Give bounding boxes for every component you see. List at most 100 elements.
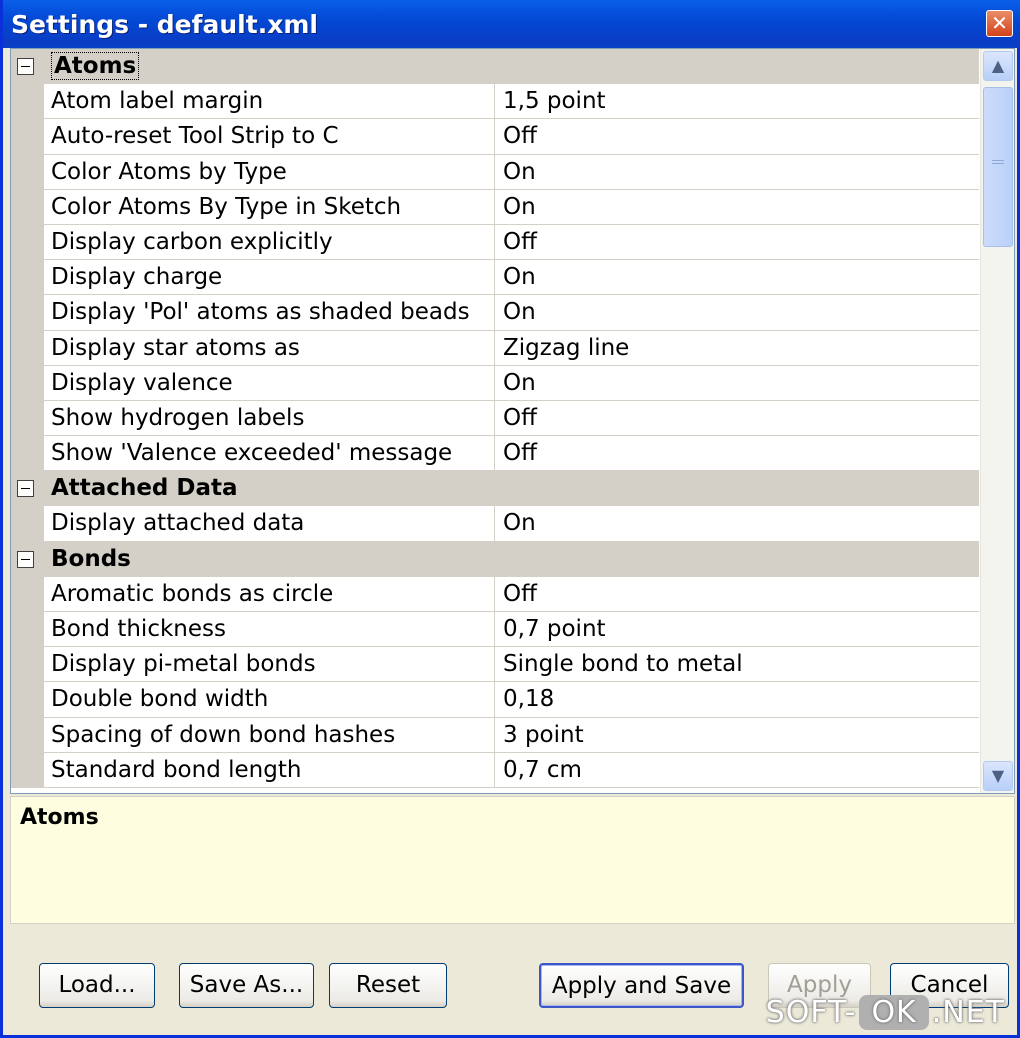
property-name[interactable]: Spacing of down bond hashes bbox=[51, 717, 495, 752]
category-label: Attached Data bbox=[51, 471, 651, 505]
property-row[interactable]: Atom label margin 1,5 point bbox=[11, 84, 979, 120]
category-row[interactable]: Bonds bbox=[11, 541, 979, 577]
property-value[interactable]: Off bbox=[503, 401, 979, 435]
property-row[interactable]: Display charge On bbox=[11, 260, 979, 296]
property-row[interactable]: Auto-reset Tool Strip to C Off bbox=[11, 119, 979, 155]
scroll-thumb[interactable] bbox=[983, 87, 1013, 247]
property-row[interactable]: Show 'Valence exceeded' message Off bbox=[11, 436, 979, 472]
property-value[interactable]: 0,7 cm bbox=[503, 753, 979, 787]
category-label-text: Bonds bbox=[51, 545, 131, 572]
category-label-text: Attached Data bbox=[51, 475, 238, 502]
category-label-text: Atoms bbox=[51, 52, 140, 80]
property-name[interactable]: Display attached data bbox=[51, 506, 495, 541]
property-name[interactable]: Display star atoms as bbox=[51, 330, 495, 365]
property-name[interactable]: Color Atoms by Type bbox=[51, 154, 495, 189]
row-gutter bbox=[11, 330, 44, 365]
property-row[interactable]: Color Atoms By Type in Sketch On bbox=[11, 189, 979, 225]
property-name[interactable]: Bond thickness bbox=[51, 612, 495, 647]
reset-button[interactable]: Reset bbox=[329, 963, 447, 1008]
property-value[interactable]: 0,7 point bbox=[503, 612, 979, 646]
property-name[interactable]: Atom label margin bbox=[51, 84, 495, 119]
property-value[interactable]: On bbox=[503, 260, 979, 294]
apply-and-save-button[interactable]: Apply and Save bbox=[539, 963, 744, 1008]
chevron-down-icon: ▼ bbox=[991, 766, 1005, 785]
property-grid: Atoms Atom label margin 1,5 point Auto-rese… bbox=[10, 48, 1015, 794]
property-name[interactable]: Show hydrogen labels bbox=[51, 400, 495, 436]
row-gutter bbox=[11, 436, 44, 471]
collapse-icon[interactable] bbox=[17, 58, 34, 75]
property-value[interactable]: Off bbox=[503, 225, 979, 259]
property-name[interactable]: Show 'Valence exceeded' message bbox=[51, 436, 495, 471]
property-value[interactable]: Single bond to metal bbox=[503, 647, 979, 681]
property-value[interactable]: 3 point bbox=[503, 718, 979, 752]
property-row[interactable]: Spacing of down bond hashes 3 point bbox=[11, 717, 979, 753]
property-value[interactable]: Off bbox=[503, 436, 979, 470]
property-value[interactable]: Off bbox=[503, 577, 979, 611]
property-name[interactable]: Aromatic bonds as circle bbox=[51, 576, 495, 611]
property-value[interactable]: On bbox=[503, 190, 979, 224]
property-row[interactable]: Bond thickness 0,7 point bbox=[11, 612, 979, 648]
category-row[interactable]: Attached Data bbox=[11, 471, 979, 507]
grip-icon bbox=[992, 160, 1004, 164]
property-value[interactable]: Off bbox=[503, 119, 979, 153]
row-gutter bbox=[11, 154, 44, 189]
property-name[interactable]: Color Atoms By Type in Sketch bbox=[51, 189, 495, 224]
property-row[interactable]: Display attached data On bbox=[11, 506, 979, 542]
row-gutter bbox=[11, 647, 44, 682]
property-name[interactable]: Display valence bbox=[51, 365, 495, 400]
row-gutter bbox=[11, 365, 44, 400]
row-gutter bbox=[11, 717, 44, 752]
property-row[interactable]: Standard bond length 0,7 cm bbox=[11, 752, 979, 788]
save-as-button[interactable]: Save As... bbox=[179, 963, 314, 1008]
property-value[interactable]: Zigzag line bbox=[503, 331, 979, 365]
category-label: Atoms bbox=[51, 49, 651, 83]
close-button[interactable]: ✕ bbox=[986, 10, 1013, 37]
property-row[interactable]: Display carbon explicitly Off bbox=[11, 224, 979, 261]
property-value[interactable]: On bbox=[503, 155, 979, 189]
property-row[interactable]: Display star atoms as Zigzag line bbox=[11, 330, 979, 366]
scroll-down-button[interactable]: ▼ bbox=[983, 761, 1013, 791]
load-button[interactable]: Load... bbox=[39, 963, 155, 1008]
property-name[interactable]: Double bond width bbox=[51, 682, 495, 717]
property-value[interactable]: On bbox=[503, 366, 979, 400]
row-gutter bbox=[11, 224, 44, 260]
property-value[interactable]: On bbox=[503, 506, 979, 540]
scroll-up-button[interactable]: ▲ bbox=[983, 51, 1013, 81]
property-row[interactable]: Show hydrogen labels Off bbox=[11, 400, 979, 437]
row-gutter bbox=[11, 295, 44, 330]
watermark-part1: SOFT- bbox=[765, 995, 857, 1030]
description-panel: Atoms bbox=[10, 796, 1015, 924]
row-gutter bbox=[11, 576, 44, 611]
property-name[interactable]: Display 'Pol' atoms as shaded beads bbox=[51, 295, 495, 330]
collapse-icon[interactable] bbox=[17, 550, 34, 568]
property-value[interactable]: On bbox=[503, 295, 979, 329]
property-name[interactable]: Auto-reset Tool Strip to C bbox=[51, 119, 495, 154]
property-row[interactable]: Color Atoms by Type On bbox=[11, 154, 979, 190]
watermark-part3: .NET bbox=[931, 995, 1005, 1030]
title-bar[interactable]: Settings - default.xml ✕ bbox=[3, 0, 1020, 48]
row-gutter bbox=[11, 84, 44, 119]
property-name[interactable]: Standard bond length bbox=[51, 752, 495, 787]
row-gutter bbox=[11, 119, 44, 154]
property-row[interactable]: Display valence On bbox=[11, 365, 979, 401]
property-row[interactable]: Display 'Pol' atoms as shaded beads On bbox=[11, 295, 979, 331]
property-row[interactable]: Aromatic bonds as circle Off bbox=[11, 576, 979, 612]
category-label: Bonds bbox=[51, 542, 651, 576]
vertical-scrollbar[interactable]: ▲ ▼ bbox=[980, 49, 1014, 793]
property-row[interactable]: Double bond width 0,18 bbox=[11, 682, 979, 718]
description-title: Atoms bbox=[20, 805, 99, 830]
property-value[interactable]: 1,5 point bbox=[503, 84, 979, 118]
chevron-up-icon: ▲ bbox=[991, 56, 1005, 75]
property-name[interactable]: Display pi-metal bonds bbox=[51, 647, 495, 682]
row-gutter bbox=[11, 189, 44, 224]
category-row[interactable]: Atoms bbox=[11, 49, 979, 85]
property-row[interactable]: Display pi-metal bonds Single bond to met… bbox=[11, 647, 979, 683]
window-title: Settings - default.xml bbox=[11, 10, 318, 39]
watermark: SOFT- OK .NET bbox=[766, 995, 1005, 1030]
property-name[interactable]: Display carbon explicitly bbox=[51, 224, 495, 260]
property-value[interactable]: 0,18 bbox=[503, 682, 979, 716]
row-gutter bbox=[11, 400, 44, 436]
property-name[interactable]: Display charge bbox=[51, 260, 495, 295]
settings-window: Settings - default.xml ✕ Atoms Atom label… bbox=[0, 0, 1020, 1038]
collapse-icon[interactable] bbox=[17, 480, 34, 498]
